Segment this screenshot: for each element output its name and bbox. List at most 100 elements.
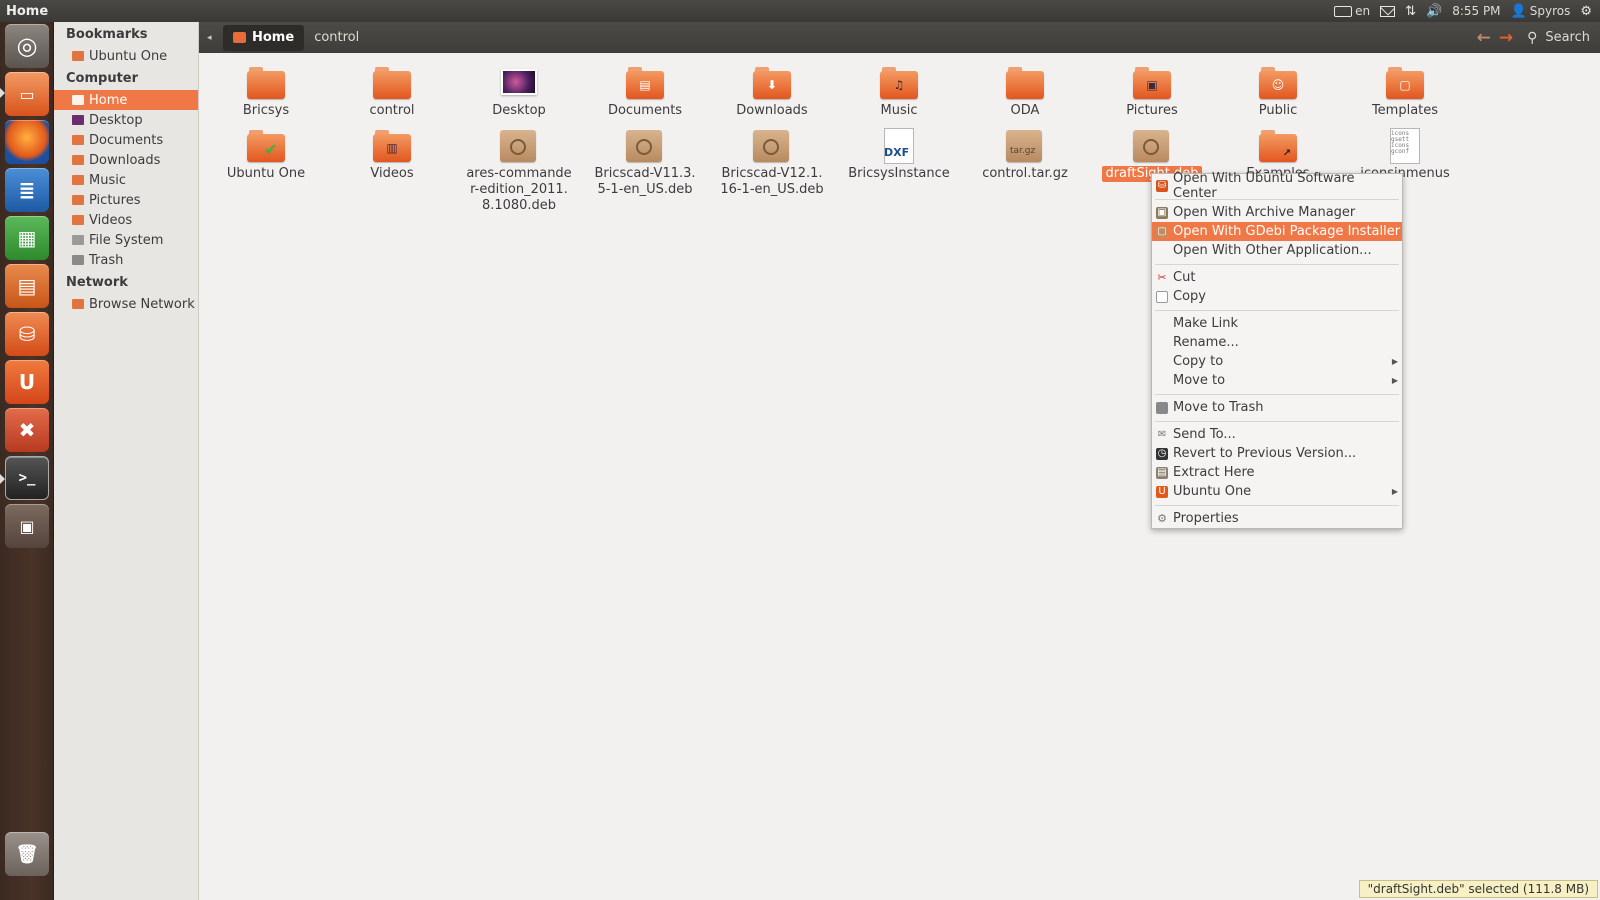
debian-package-icon <box>500 128 538 162</box>
menu-send-to[interactable]: ✉ Send To... <box>1152 425 1402 444</box>
folder-icon <box>1006 65 1044 99</box>
menu-cut[interactable]: ✂ Cut <box>1152 268 1402 287</box>
file-item-documents[interactable]: ▤ Documents <box>586 65 704 119</box>
writer-icon[interactable]: ≣ <box>5 168 49 212</box>
file-item-bricsysinstance[interactable]: DXF BricsysInstance <box>840 128 958 182</box>
sidebar-item-videos[interactable]: Videos <box>54 210 198 230</box>
trash-icon <box>1156 402 1168 414</box>
file-item-downloads[interactable]: ⬇ Downloads <box>713 65 831 119</box>
impress-icon[interactable]: ▤ <box>5 264 49 308</box>
messaging-indicator[interactable] <box>1380 5 1396 17</box>
downloads-folder-icon: ⬇ <box>753 65 791 99</box>
forward-arrow-icon[interactable]: → <box>1499 28 1513 48</box>
menu-make-link[interactable]: Make Link <box>1152 314 1402 333</box>
file-item-bricscad-v12-deb[interactable]: Bricscad-V12.1.16-1-en_US.deb <box>713 128 831 198</box>
menu-separator <box>1152 417 1402 425</box>
file-item-control[interactable]: control <box>333 65 451 119</box>
software-center-icon: ⛁ <box>1156 180 1168 192</box>
system-settings-icon[interactable]: ✖ <box>5 408 49 452</box>
sidebar-item-ubuntu-one[interactable]: Ubuntu One <box>54 46 198 66</box>
menu-open-software-center[interactable]: ⛁ Open With Ubuntu Software Center <box>1152 171 1402 201</box>
desktop-icon <box>500 65 538 99</box>
location-toolbar: ◂ Home control ← → ⚲ Search <box>199 22 1600 53</box>
menu-open-archive-manager[interactable]: ▣ Open With Archive Manager <box>1152 203 1402 222</box>
menu-extract-here[interactable]: ▤ Extract Here <box>1152 463 1402 482</box>
text-file-icon: icons gsett icons gconf <box>1386 128 1424 164</box>
file-item-templates[interactable]: ▢ Templates <box>1346 65 1464 119</box>
file-item-bricscad-v11-deb[interactable]: Bricscad-V11.3.5-1-en_US.deb <box>586 128 704 198</box>
breadcrumb-label: control <box>314 30 360 45</box>
calc-icon[interactable]: ▦ <box>5 216 49 260</box>
file-name: Desktop <box>492 103 546 118</box>
user-name: Spyros <box>1529 4 1571 18</box>
search-icon[interactable]: ⚲ <box>1527 30 1537 46</box>
back-arrow-icon[interactable]: ← <box>1477 28 1491 48</box>
package-icon: ▢ <box>1156 226 1168 238</box>
file-item-pictures[interactable]: ▣ Pictures <box>1093 65 1211 119</box>
menu-move-to[interactable]: Move to ▶ <box>1152 371 1402 390</box>
volume-icon[interactable]: 🔊 <box>1426 4 1442 19</box>
home-icon <box>72 95 84 105</box>
breadcrumb-label: Home <box>252 30 295 45</box>
trash-launcher-icon[interactable]: 🗑 <box>5 832 49 876</box>
search-button[interactable]: Search <box>1545 30 1590 45</box>
path-scroll-left-icon[interactable]: ◂ <box>207 33 223 43</box>
software-center-icon[interactable]: ⛁ <box>5 312 49 356</box>
menu-open-gdebi[interactable]: ▢ Open With GDebi Package Installer <box>1152 222 1402 241</box>
network-header: Network <box>66 275 128 290</box>
sidebar-item-music[interactable]: Music <box>54 170 198 190</box>
envelope-icon <box>1380 5 1396 17</box>
sidebar-item-file-system[interactable]: File System <box>54 230 198 250</box>
file-name: BricsysInstance <box>848 166 950 181</box>
firefox-icon[interactable] <box>5 120 49 164</box>
breadcrumb-home[interactable]: Home <box>223 24 305 51</box>
extract-icon: ▤ <box>1156 467 1168 479</box>
file-item-ubuntu-one[interactable]: ✔ Ubuntu One <box>207 128 325 182</box>
sidebar-item-trash[interactable]: Trash <box>54 250 198 270</box>
terminal-icon[interactable]: >_ <box>5 456 49 500</box>
sidebar-item-home[interactable]: Home <box>54 90 198 110</box>
trash-icon <box>72 255 84 265</box>
file-item-control-tar-gz[interactable]: tar.gz control.tar.gz <box>966 128 1084 182</box>
file-item-oda[interactable]: ODA <box>966 65 1084 119</box>
dash-icon[interactable]: ◎ <box>5 24 49 68</box>
network-icon[interactable]: ⇅ <box>1405 4 1416 19</box>
send-icon: ✉ <box>1157 429 1167 440</box>
user-menu[interactable]: 👤 Spyros <box>1511 4 1571 19</box>
file-item-videos[interactable]: ▥ Videos <box>333 128 451 182</box>
breadcrumb-control[interactable]: control <box>304 25 369 51</box>
files-launcher-icon[interactable]: ▭ <box>5 72 49 116</box>
clock[interactable]: 8:55 PM <box>1452 4 1500 18</box>
keyboard-icon <box>1334 5 1353 17</box>
sidebar-item-downloads[interactable]: Downloads <box>54 150 198 170</box>
file-item-bricsys[interactable]: Bricsys <box>207 65 325 119</box>
file-item-ares-commander-deb[interactable]: ares-commander-edition_2011.8.1080.deb <box>460 128 578 214</box>
menu-properties[interactable]: ⚙ Properties <box>1152 509 1402 528</box>
menu-move-to-trash[interactable]: Move to Trash <box>1152 398 1402 417</box>
menu-ubuntu-one[interactable]: U Ubuntu One ▶ <box>1152 482 1402 501</box>
archive-manager-icon: ▣ <box>1156 207 1168 219</box>
sidebar-item-desktop[interactable]: Desktop <box>54 110 198 130</box>
file-item-music[interactable]: ♫ Music <box>840 65 958 119</box>
menu-revert-version[interactable]: ◷ Revert to Previous Version... <box>1152 444 1402 463</box>
file-name: Pictures <box>1126 103 1178 118</box>
ubuntu-one-icon[interactable]: U <box>5 360 49 404</box>
sidebar-item-pictures[interactable]: Pictures <box>54 190 198 210</box>
menu-separator <box>1152 195 1402 203</box>
menu-copy-to[interactable]: Copy to ▶ <box>1152 352 1402 371</box>
menu-open-other-application[interactable]: Open With Other Application... <box>1152 241 1402 260</box>
desktop-icon <box>72 115 84 125</box>
templates-folder-icon: ▢ <box>1386 65 1424 99</box>
file-item-desktop[interactable]: Desktop <box>460 65 578 119</box>
sidebar-item-browse-network[interactable]: Browse Network <box>54 294 198 314</box>
dxf-file-icon: DXF <box>880 128 918 164</box>
menu-rename[interactable]: Rename... <box>1152 333 1402 352</box>
sidebar-item-documents[interactable]: Documents <box>54 130 198 150</box>
workspace-switcher-icon[interactable]: ▣ <box>5 504 49 548</box>
session-gear-icon[interactable]: ⚙ <box>1580 4 1592 19</box>
file-item-public[interactable]: ☺ Public <box>1219 65 1337 119</box>
keyboard-indicator[interactable]: en <box>1334 4 1370 18</box>
debian-package-icon <box>626 128 664 162</box>
ubuntu-one-icon: U <box>1156 486 1168 498</box>
menu-copy[interactable]: Copy <box>1152 287 1402 306</box>
